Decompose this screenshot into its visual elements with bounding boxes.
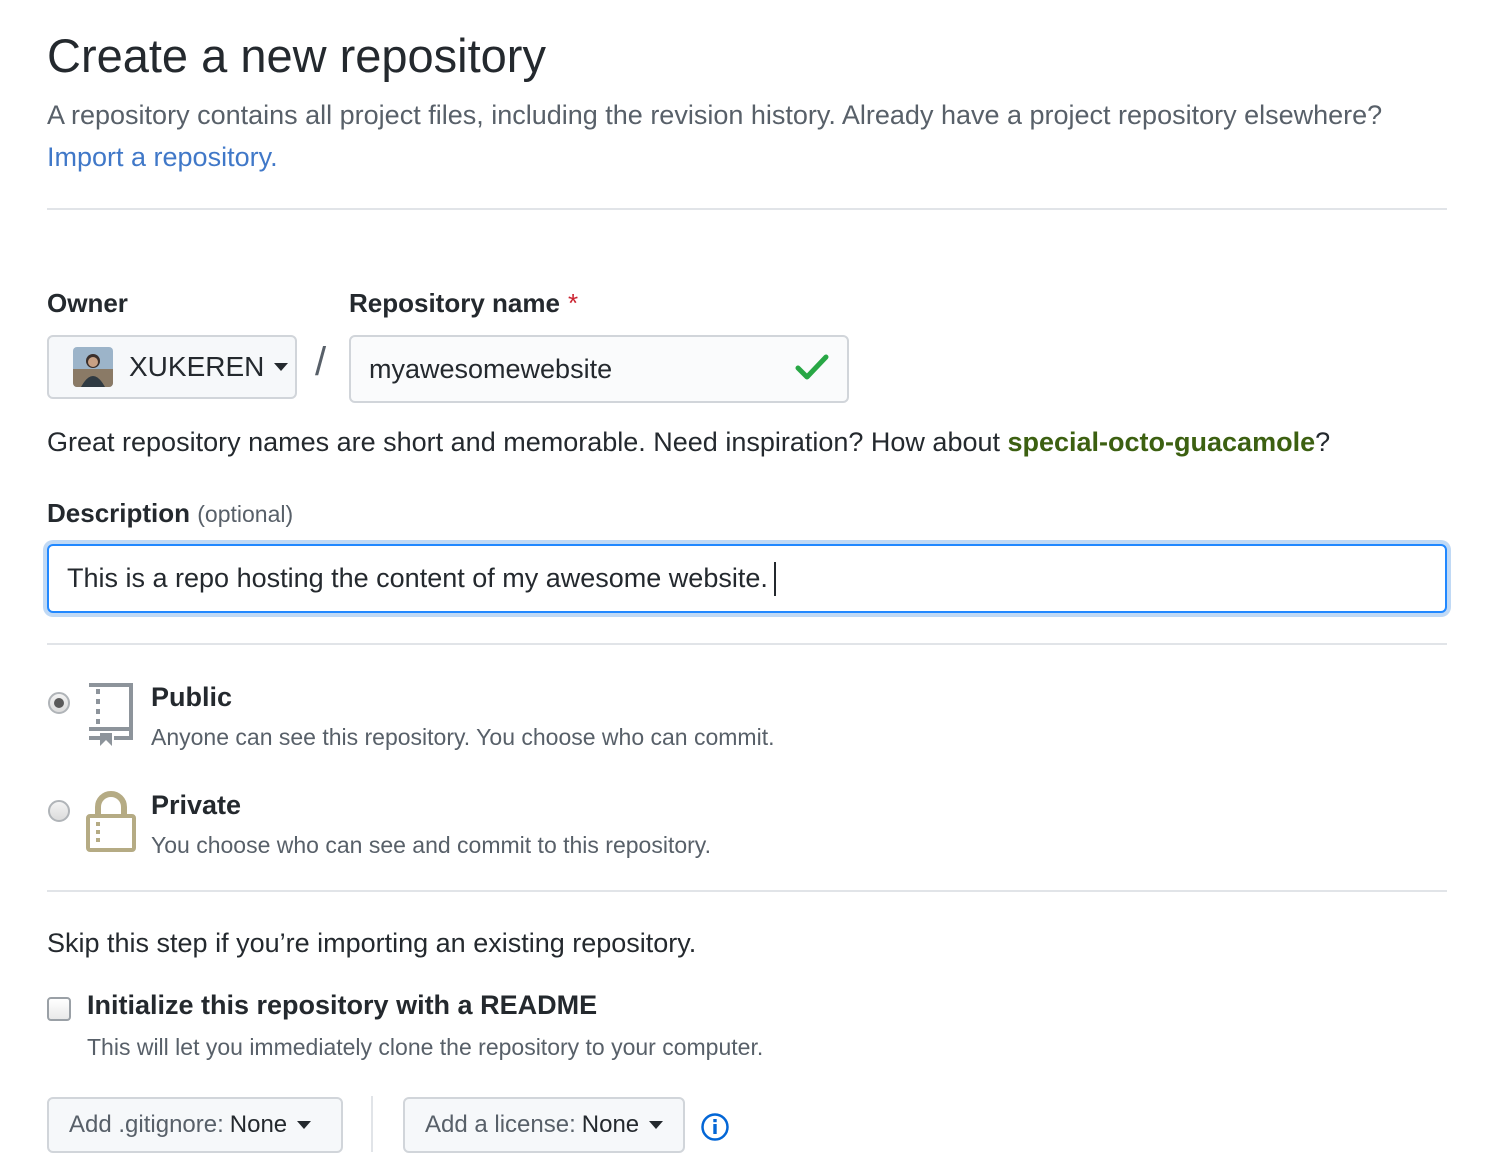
hint-suffix: ? [1315, 427, 1331, 457]
gitignore-dropdown[interactable]: Add .gitignore: None [47, 1097, 343, 1153]
public-radio[interactable] [48, 692, 70, 714]
description-label: Description (optional) [47, 498, 293, 529]
gitignore-value: None [229, 1111, 288, 1138]
divider [47, 890, 1447, 892]
private-description: You choose who can see and commit to thi… [151, 832, 711, 858]
chevron-down-icon [297, 1121, 312, 1129]
page-title: Create a new repository [47, 29, 546, 82]
chevron-down-icon [274, 363, 289, 371]
repository-name-value[interactable]: myawesomewebsite [369, 354, 795, 385]
chevron-down-icon [649, 1121, 664, 1129]
license-prefix: Add a license: [425, 1111, 576, 1138]
description-input[interactable]: This is a repo hosting the content of my… [47, 544, 1447, 613]
readme-description: This will let you immediately clone the … [87, 1034, 764, 1060]
skip-step-note: Skip this step if you’re importing an ex… [47, 928, 697, 958]
repo-book-icon [86, 683, 136, 752]
subtitle-text: A repository contains all project files,… [47, 100, 1383, 130]
required-mark: * [567, 288, 579, 318]
hint-text: Great repository names are short and mem… [47, 427, 1008, 457]
repo-name-hint: Great repository names are short and mem… [47, 422, 1330, 462]
name-suggestion[interactable]: special-octo-guacamole [1008, 427, 1316, 457]
button-separator [371, 1096, 373, 1152]
owner-label: Owner [47, 288, 128, 318]
public-description: Anyone can see this repository. You choo… [151, 724, 775, 750]
readme-label[interactable]: Initialize this repository with a README [87, 990, 597, 1021]
description-label-text: Description [47, 498, 191, 528]
owner-name: XUKEREN [129, 351, 265, 382]
info-icon[interactable] [700, 1112, 730, 1147]
optional-tag: (optional) [197, 501, 294, 527]
text-cursor [773, 561, 776, 596]
lock-icon [86, 790, 136, 857]
private-radio[interactable] [48, 800, 70, 822]
gitignore-prefix: Add .gitignore: [69, 1111, 224, 1138]
private-title: Private [151, 790, 242, 820]
public-title: Public [151, 682, 233, 712]
repo-name-label: Repository name * [349, 288, 578, 319]
page-subtitle: A repository contains all project files,… [47, 94, 1457, 178]
divider [47, 643, 1447, 645]
license-value: None [581, 1111, 640, 1138]
divider [47, 208, 1447, 210]
repository-name-input[interactable]: myawesomewebsite [349, 335, 849, 403]
import-repository-link[interactable]: Import a repository. [47, 142, 278, 172]
owner-repo-separator: / [315, 340, 327, 384]
owner-dropdown[interactable]: XUKEREN [47, 335, 297, 399]
repo-name-label-text: Repository name [349, 288, 560, 318]
check-icon [795, 353, 829, 386]
license-dropdown[interactable]: Add a license: None [403, 1097, 685, 1153]
readme-checkbox[interactable] [47, 997, 71, 1021]
radio-selected-dot [54, 698, 64, 708]
avatar [73, 347, 113, 387]
description-value[interactable]: This is a repo hosting the content of my… [67, 563, 768, 594]
